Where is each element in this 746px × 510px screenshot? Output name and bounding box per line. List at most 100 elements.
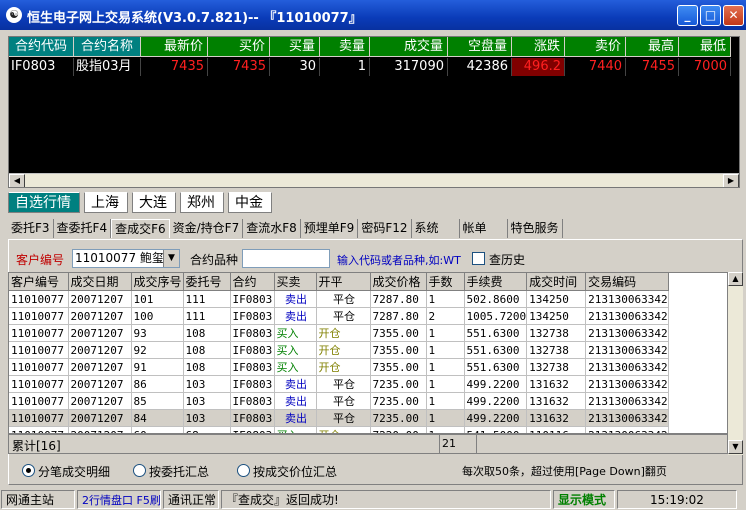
col-trade-seq[interactable]: 成交序号 bbox=[131, 273, 184, 291]
cell-price: 7220.00 bbox=[370, 426, 427, 433]
tab-query-flow[interactable]: 查流水F8 bbox=[243, 219, 301, 238]
history-checkbox[interactable] bbox=[472, 252, 485, 265]
cell-trade-date: 20071207 bbox=[68, 426, 132, 433]
table-row[interactable]: 11010077 20071207 100 111 IF0803 卖出 平仓 7287.80 2… bbox=[9, 307, 669, 325]
table-row[interactable]: 11010077 20071207 86 103 IF0803 卖出 平仓 7235.00 1 4… bbox=[9, 375, 669, 393]
quote-col-change[interactable]: 涨跌 bbox=[512, 37, 565, 57]
quote-last: 7435 bbox=[141, 58, 208, 76]
status-mode[interactable]: 显示模式 bbox=[553, 490, 615, 509]
cell-trade-time: 131632 bbox=[526, 392, 587, 410]
radio-detail-label[interactable]: 分笔成交明细 bbox=[38, 463, 110, 480]
status-site[interactable]: 网通主站 bbox=[1, 490, 75, 509]
quote-col-code[interactable]: 合约代码 bbox=[9, 37, 74, 57]
cell-lots: 1 bbox=[426, 375, 465, 393]
contract-input[interactable] bbox=[242, 249, 330, 268]
radio-by-order[interactable] bbox=[133, 464, 146, 477]
title-bar[interactable]: ☯ 恒生电子网上交易系统(V3.0.7.821)-- 『11010077』 bbox=[0, 0, 746, 30]
table-row[interactable]: 11010077 20071207 93 108 IF0803 买入 开仓 7355.00 1 5… bbox=[9, 324, 669, 342]
cell-open-close: 开仓 bbox=[316, 324, 371, 342]
cell-account: 11010077 bbox=[9, 375, 69, 393]
col-account[interactable]: 客户编号 bbox=[9, 273, 69, 291]
tab-watchlist[interactable]: 自选行情 bbox=[8, 192, 80, 213]
table-row[interactable]: 11010077 20071207 85 103 IF0803 卖出 平仓 7235.00 1 4… bbox=[9, 392, 669, 410]
table-row[interactable]: 11010077 20071207 84 103 IF0803 卖出 平仓 7235.00 1 4… bbox=[9, 409, 669, 427]
tab-preset-orders[interactable]: 预埋单F9 bbox=[301, 219, 359, 238]
radio-detail[interactable] bbox=[22, 464, 35, 477]
quote-header-row: 合约代码 合约名称 最新价 买价 买量 卖量 成交量 空盘量 涨跌 卖价 最高 … bbox=[9, 37, 731, 57]
tab-shanghai[interactable]: 上海 bbox=[84, 192, 128, 213]
app-logo-icon: ☯ bbox=[6, 7, 22, 23]
account-select[interactable]: 11010077 鲍玺 ▼ bbox=[72, 249, 180, 268]
tab-dalian[interactable]: 大连 bbox=[132, 192, 176, 213]
cell-trade-seq: 92 bbox=[131, 341, 184, 359]
quote-col-name[interactable]: 合约名称 bbox=[74, 37, 141, 57]
cell-trade-seq: 84 bbox=[131, 409, 184, 427]
status-quote-panel[interactable]: 2行情盘口 F5刷 bbox=[77, 490, 161, 509]
tab-special[interactable]: 特色服务 bbox=[508, 219, 563, 238]
table-row[interactable]: 11010077 20071207 92 108 IF0803 买入 开仓 7355.00 1 5… bbox=[9, 341, 669, 359]
cell-trade-date: 20071207 bbox=[68, 290, 132, 308]
quote-col-high[interactable]: 最高 bbox=[626, 37, 679, 57]
quote-col-ask[interactable]: 卖价 bbox=[565, 37, 626, 57]
col-price[interactable]: 成交价格 bbox=[370, 273, 427, 291]
quote-name: 股指03月 bbox=[74, 58, 141, 76]
cell-price: 7287.80 bbox=[370, 290, 427, 308]
tab-query-orders[interactable]: 查委托F4 bbox=[54, 219, 112, 238]
table-vscrollbar[interactable]: ▲ ▼ bbox=[728, 272, 743, 455]
col-fee[interactable]: 手续费 bbox=[464, 273, 528, 291]
quote-row[interactable]: IF0803 股指03月 7435 7435 30 1 317090 42386… bbox=[9, 58, 731, 76]
quote-col-askvol[interactable]: 卖量 bbox=[320, 37, 370, 57]
col-contract[interactable]: 合约 bbox=[230, 273, 275, 291]
status-connection: 通讯正常 bbox=[163, 490, 219, 509]
minimize-button[interactable]: _ bbox=[677, 5, 698, 26]
quote-col-openint[interactable]: 空盘量 bbox=[448, 37, 512, 57]
cell-trade-code: 213130063342 bbox=[585, 392, 669, 410]
tab-query-trades[interactable]: 查成交F6 bbox=[111, 219, 170, 238]
radio-by-price-label[interactable]: 按成交价位汇总 bbox=[253, 463, 337, 480]
tab-funds-positions[interactable]: 资金/持仓F7 bbox=[170, 219, 244, 238]
scroll-right-icon[interactable]: ▶ bbox=[723, 174, 739, 187]
quote-col-last[interactable]: 最新价 bbox=[141, 37, 208, 57]
col-side[interactable]: 买卖 bbox=[274, 273, 317, 291]
quote-askvol: 1 bbox=[320, 58, 370, 76]
trades-table[interactable]: 客户编号 成交日期 成交序号 委托号 合约 买卖 开平 成交价格 手数 手续费 … bbox=[8, 272, 728, 434]
radio-by-order-label[interactable]: 按委托汇总 bbox=[149, 463, 209, 480]
quote-col-volume[interactable]: 成交量 bbox=[370, 37, 448, 57]
cell-lots: 2 bbox=[426, 307, 465, 325]
cell-side: 买入 bbox=[274, 341, 317, 359]
tab-system[interactable]: 系统 bbox=[412, 219, 460, 238]
quote-bid: 7435 bbox=[208, 58, 270, 76]
status-bar: 网通主站 2行情盘口 F5刷 通讯正常 『查成交』返回成功! 显示模式 15:1… bbox=[0, 489, 746, 510]
scroll-up-icon[interactable]: ▲ bbox=[728, 272, 743, 286]
cell-fee: 551.6300 bbox=[464, 324, 528, 342]
quote-panel[interactable]: 合约代码 合约名称 最新价 买价 买量 卖量 成交量 空盘量 涨跌 卖价 最高 … bbox=[8, 36, 740, 188]
col-lots[interactable]: 手数 bbox=[426, 273, 465, 291]
quote-col-bidvol[interactable]: 买量 bbox=[270, 37, 320, 57]
col-order-no[interactable]: 委托号 bbox=[183, 273, 231, 291]
table-body: 11010077 20071207 101 111 IF0803 卖出 平仓 7287.80 1… bbox=[9, 290, 669, 433]
quote-col-low[interactable]: 最低 bbox=[679, 37, 731, 57]
tab-password[interactable]: 密码F12 bbox=[358, 219, 412, 238]
cell-trade-time: 131632 bbox=[526, 375, 587, 393]
table-row[interactable]: 11010077200712076068IF0803买入开仓7220.00154… bbox=[9, 426, 669, 433]
col-trade-time[interactable]: 成交时间 bbox=[526, 273, 587, 291]
scroll-left-icon[interactable]: ◀ bbox=[9, 174, 25, 187]
quote-col-bid[interactable]: 买价 bbox=[208, 37, 270, 57]
tab-zhengzhou[interactable]: 郑州 bbox=[180, 192, 224, 213]
col-trade-code[interactable]: 交易编码 bbox=[585, 273, 669, 291]
close-button[interactable]: ✕ bbox=[723, 5, 744, 26]
scroll-down-icon[interactable]: ▼ bbox=[728, 440, 743, 454]
col-open-close[interactable]: 开平 bbox=[316, 273, 371, 291]
maximize-button[interactable]: □ bbox=[700, 5, 721, 26]
radio-by-price[interactable] bbox=[237, 464, 250, 477]
col-trade-date[interactable]: 成交日期 bbox=[68, 273, 132, 291]
tab-order[interactable]: 委托F3 bbox=[8, 219, 54, 238]
table-row[interactable]: 11010077 20071207 101 111 IF0803 卖出 平仓 7287.80 1… bbox=[9, 290, 669, 308]
tab-cffex[interactable]: 中金 bbox=[228, 192, 272, 213]
tab-statement[interactable]: 帐单 bbox=[460, 219, 508, 238]
cell-trade-date: 20071207 bbox=[68, 324, 132, 342]
quote-hscrollbar[interactable]: ◀ ▶ bbox=[9, 173, 739, 187]
chevron-down-icon[interactable]: ▼ bbox=[163, 250, 179, 267]
table-row[interactable]: 11010077 20071207 91 108 IF0803 买入 开仓 7355.00 1 5… bbox=[9, 358, 669, 376]
cell-lots: 1 bbox=[426, 409, 465, 427]
